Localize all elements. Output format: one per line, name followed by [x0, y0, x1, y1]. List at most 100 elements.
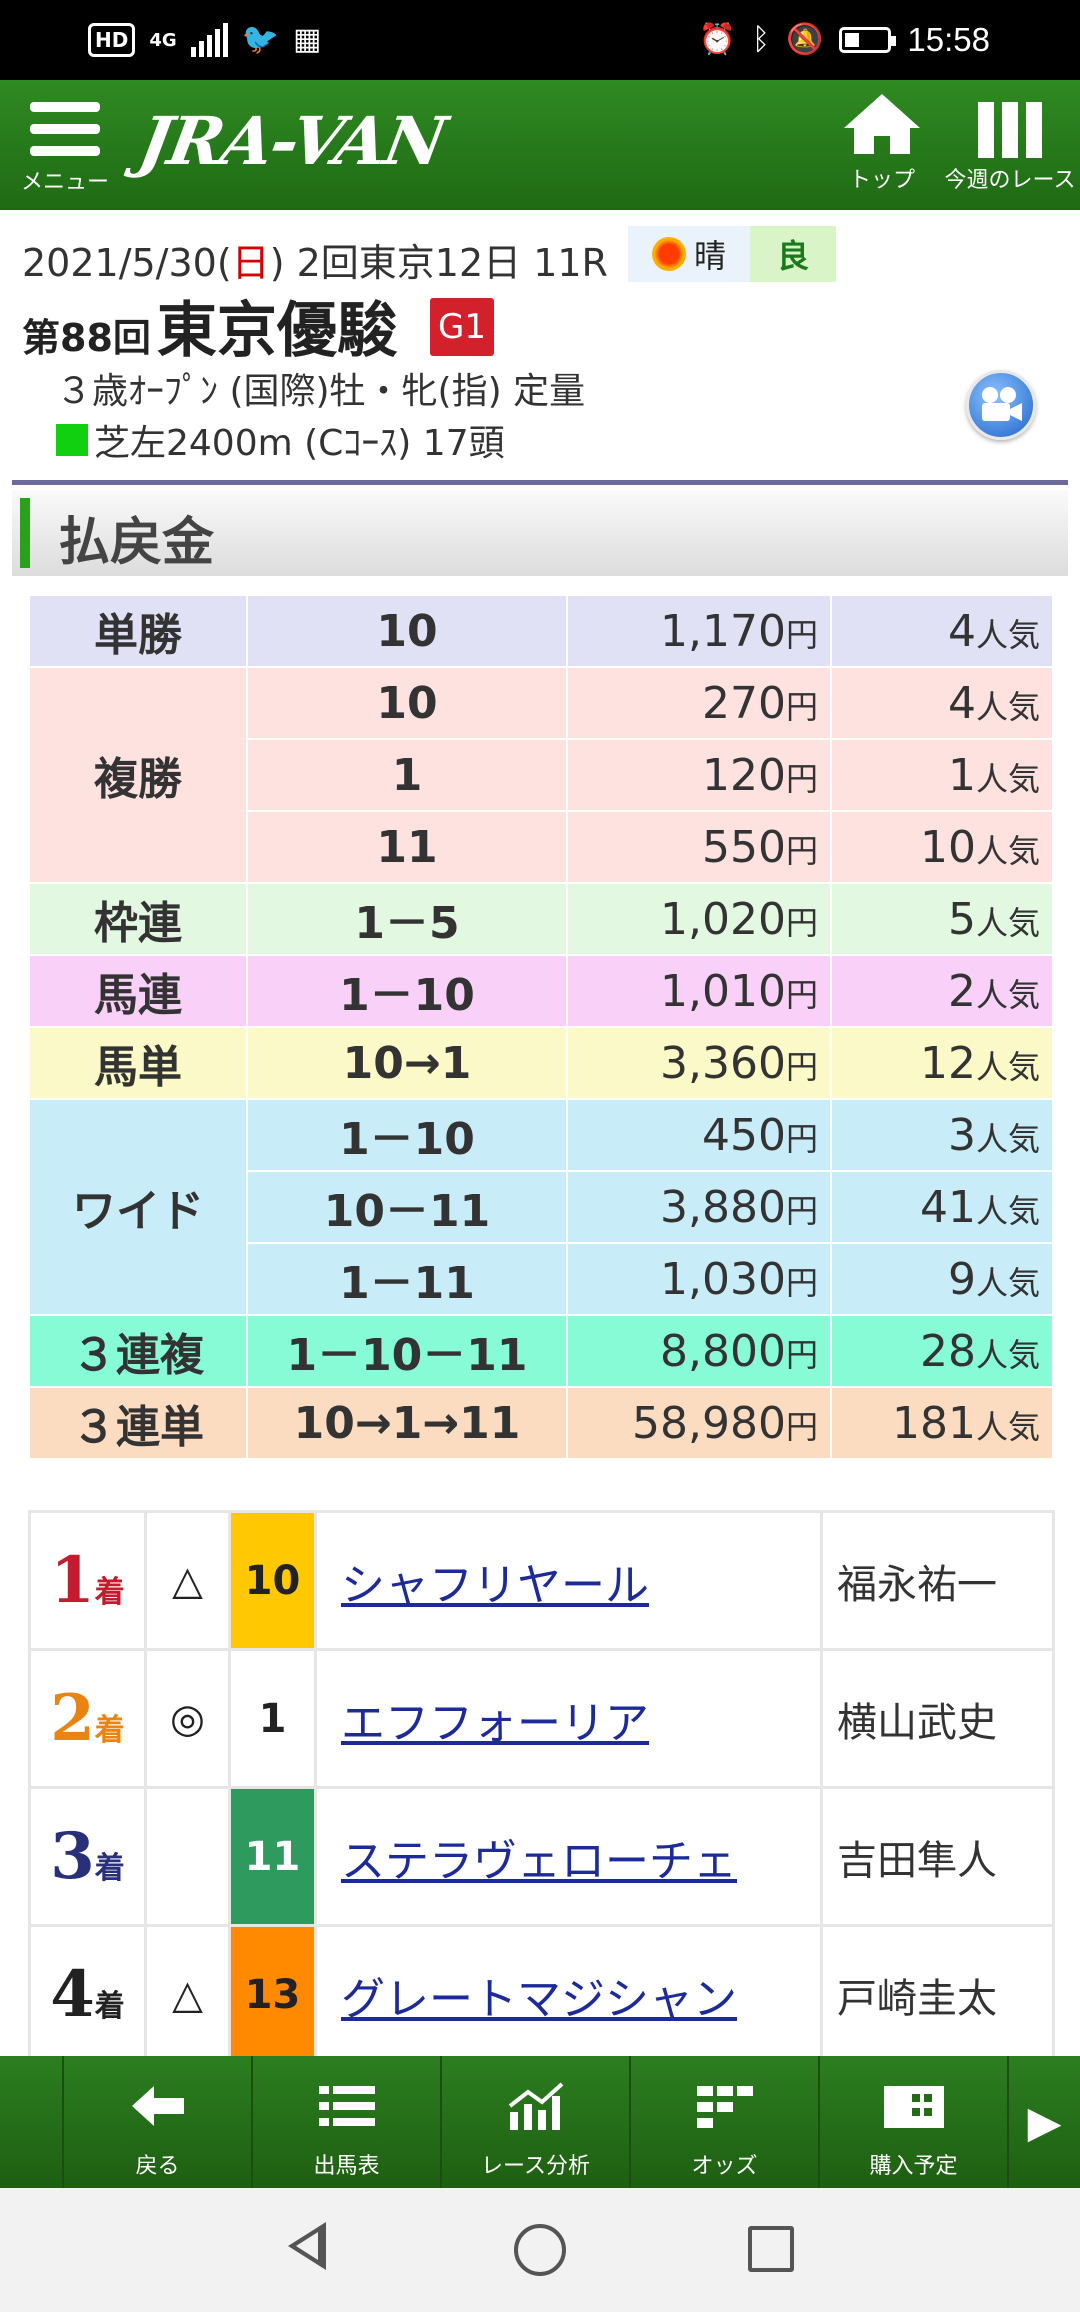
system-nav-bar — [0, 2188, 1080, 2312]
horse-name-link[interactable]: ステラヴェローチェ — [341, 1836, 737, 1887]
popularity-cell: 3人気 — [830, 1098, 1054, 1172]
payout-amount-cell: 58,980円 — [566, 1386, 832, 1460]
position-suffix: 着 — [94, 1851, 125, 1886]
home-icon — [844, 94, 920, 154]
bet-combination: 10 — [246, 594, 568, 668]
horse-name-cell: エフフォーリア — [314, 1648, 823, 1789]
prediction-mark: △ — [144, 1510, 231, 1651]
going-badge: 良 — [750, 226, 836, 282]
popularity-unit: 人気 — [975, 1407, 1040, 1446]
hamburger-icon — [30, 102, 100, 156]
nav-item-back[interactable]: 戻る — [64, 2056, 253, 2188]
nav-item-label: オッズ — [691, 2154, 758, 2179]
finish-position: 3着 — [28, 1786, 147, 1927]
horse-name-link[interactable]: エフフォーリア — [341, 1698, 649, 1749]
popularity-rank: 12 — [919, 1037, 976, 1089]
payout-amount: 120 — [702, 749, 786, 801]
grade-badge: G1 — [430, 298, 494, 356]
nav-item-entries[interactable]: 出馬表 — [253, 2056, 442, 2188]
divider — [12, 480, 1068, 485]
horse-number: 10 — [228, 1510, 317, 1651]
popularity-unit: 人気 — [975, 1047, 1040, 1086]
bottom-nav: 戻る 出馬表 レース分析 オッズ 購入予定 ▶ — [0, 2056, 1080, 2188]
result-row[interactable]: 4着 △ 13 グレートマジシャン 戸崎圭太 — [28, 1924, 1055, 2065]
payout-row: 枠連 1－5 1,020円 5人気 — [28, 882, 1054, 956]
top-button[interactable]: トップ — [836, 92, 928, 194]
horse-name-link[interactable]: シャフリヤール — [341, 1560, 649, 1611]
payout-amount-cell: 270円 — [566, 666, 832, 740]
nav-item-odds[interactable]: オッズ — [631, 2056, 820, 2188]
yen-unit: 円 — [785, 831, 818, 870]
horse-name-cell: ステラヴェローチェ — [314, 1786, 823, 1927]
horse-name-link[interactable]: グレートマジシャン — [341, 1974, 737, 2025]
result-row[interactable]: 2着 ◎ 1 エフフォーリア 横山武史 — [28, 1648, 1055, 1789]
columns-icon — [940, 102, 1080, 160]
popularity-unit: 人気 — [975, 1335, 1040, 1374]
popularity-rank: 4 — [947, 605, 976, 657]
bet-combination: 1－10 — [246, 1098, 568, 1172]
popularity-cell: 2人気 — [830, 954, 1054, 1028]
payout-amount: 8,800 — [660, 1325, 786, 1377]
horse-number: 13 — [228, 1924, 317, 2065]
popularity-unit: 人気 — [975, 1191, 1040, 1230]
weather-badge: 晴 — [628, 226, 750, 282]
yen-unit: 円 — [785, 1407, 818, 1446]
payout-amount: 1,020 — [660, 893, 786, 945]
popularity-rank: 4 — [947, 677, 976, 729]
race-meeting: ) 2回東京12日 11R — [269, 241, 608, 285]
status-left: HD 4G 🐦 ▦ — [88, 18, 321, 62]
bluetooth-icon: ᛒ — [752, 22, 771, 57]
race-info: 2021/5/30(日) 2回東京12日 11R 晴 良 第88回 東京優駿 G… — [0, 220, 1080, 470]
bet-type: 馬単 — [28, 1026, 248, 1100]
popularity-rank: 28 — [919, 1325, 976, 1377]
position-suffix: 着 — [94, 1989, 125, 2024]
top-label: トップ — [848, 168, 915, 193]
popularity-cell: 4人気 — [830, 666, 1054, 740]
bet-combination: 10→1 — [246, 1026, 568, 1100]
analysis-chart-icon — [442, 2082, 629, 2142]
bet-type: 馬連 — [28, 954, 248, 1028]
network-label: 4G — [149, 29, 177, 51]
jra-van-logo[interactable]: JRA-VAN — [133, 102, 450, 180]
prediction-mark: ◎ — [144, 1648, 231, 1789]
this-week-races-button[interactable]: 今週のレース — [940, 92, 1080, 194]
nav-item-purchase-plan[interactable]: 購入予定 — [820, 2056, 1009, 2188]
bet-combination: 1－10－11 — [246, 1314, 568, 1388]
popularity-unit: 人気 — [975, 903, 1040, 942]
payout-row: 複勝 10 270円 4人気 — [28, 666, 1054, 884]
weather-label: 晴 — [693, 237, 726, 275]
menu-label: メニュー — [20, 170, 109, 195]
battery-icon — [839, 27, 897, 53]
nav-next-button[interactable]: ▶ — [1009, 2056, 1080, 2188]
video-camera-button[interactable] — [966, 370, 1036, 440]
clock: 15:58 — [907, 21, 990, 58]
menu-button[interactable]: メニュー — [20, 102, 110, 202]
result-row[interactable]: 3着 11 ステラヴェローチェ 吉田隼人 — [28, 1786, 1055, 1927]
prediction-mark: △ — [144, 1924, 231, 2065]
payout-amount: 3,360 — [660, 1037, 786, 1089]
yen-unit: 円 — [785, 1263, 818, 1302]
bet-type: 複勝 — [28, 666, 248, 884]
popularity-unit: 人気 — [975, 1263, 1040, 1302]
bet-type: ３連複 — [28, 1314, 248, 1388]
horse-name-cell: シャフリヤール — [314, 1510, 823, 1651]
sun-icon — [651, 237, 686, 271]
result-row[interactable]: 1着 △ 10 シャフリヤール 福永祐一 — [28, 1510, 1055, 1651]
position-number: 1 — [50, 1543, 95, 1618]
system-back-button[interactable] — [288, 2222, 326, 2270]
race-title: 第88回 東京優駿 — [22, 282, 397, 369]
system-recents-button[interactable] — [748, 2226, 794, 2272]
system-home-button[interactable] — [514, 2224, 566, 2276]
popularity-rank: 181 — [892, 1397, 976, 1449]
nav-item-race-analysis[interactable]: レース分析 — [442, 2056, 631, 2188]
popularity-cell: 41人気 — [830, 1170, 1054, 1244]
payout-amount: 450 — [702, 1109, 786, 1161]
payout-row: ３連単 10→1→11 58,980円 181人気 — [28, 1386, 1054, 1460]
purchase-plan-icon — [820, 2082, 1007, 2142]
race-date-line: 2021/5/30(日) 2回東京12日 11R — [22, 232, 608, 287]
list-icon — [253, 2082, 440, 2142]
yen-unit: 円 — [785, 1335, 818, 1374]
finish-position: 2着 — [28, 1648, 147, 1789]
payout-amount-cell: 550円 — [566, 810, 832, 884]
payout-amount: 550 — [702, 821, 786, 873]
